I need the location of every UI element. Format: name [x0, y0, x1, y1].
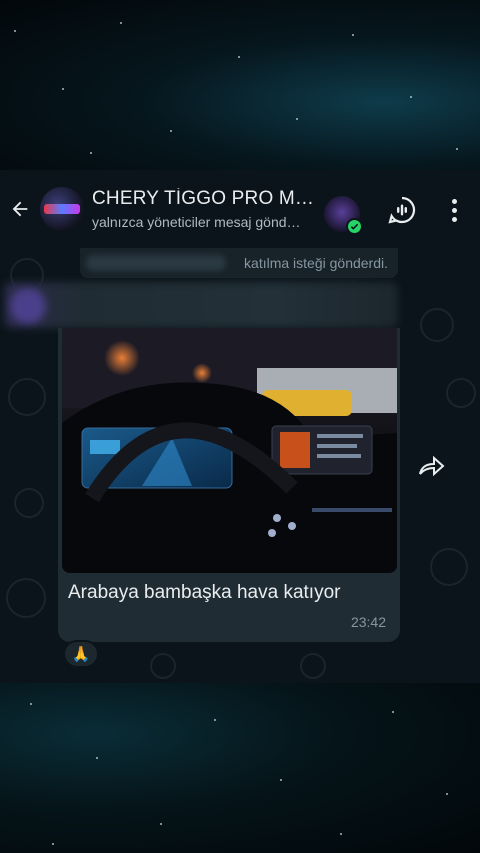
back-button[interactable]: [0, 170, 40, 248]
message-photo[interactable]: [62, 328, 397, 573]
wallpaper-doodle: [430, 548, 468, 586]
forward-button[interactable]: [416, 452, 446, 480]
check-icon: [346, 218, 363, 235]
system-message: katılma isteği gönderdi.: [80, 248, 398, 278]
wallpaper-doodle: [8, 378, 46, 416]
car-dashboard-photo: [62, 328, 397, 573]
more-options-button[interactable]: [440, 194, 468, 226]
wallpaper-doodle: [420, 308, 454, 342]
group-info[interactable]: CHERY TİGGO PRO M… yalnızca yöneticiler …: [92, 188, 314, 230]
chery-tiggo-pro-logo: [44, 204, 80, 214]
group-subtitle: yalnızca yöneticiler mesaj gönd…: [92, 214, 301, 230]
pray-emoji: 🙏: [71, 646, 91, 663]
wallpaper-doodle: [14, 488, 44, 518]
wallpaper-doodle: [300, 653, 326, 679]
blurred-sender-row: [4, 282, 398, 328]
group-avatar[interactable]: [40, 187, 84, 231]
more-vertical-icon: [451, 198, 457, 204]
group-title: CHERY TİGGO PRO M…: [92, 188, 314, 209]
voice-chat-button[interactable]: [386, 194, 418, 226]
arrow-left-icon: [12, 201, 28, 217]
wallpaper-doodle: [150, 653, 176, 679]
voice-chat-icon: [388, 196, 416, 224]
chat-area[interactable]: katılma isteği gönderdi. Arabaya bambaşk…: [0, 248, 480, 683]
system-message-text: katılma isteği gönderdi.: [244, 255, 388, 271]
member-avatar[interactable]: [324, 196, 363, 235]
wallpaper-doodle: [6, 578, 46, 618]
forward-icon: [419, 455, 445, 477]
chat-header: CHERY TİGGO PRO M… yalnızca yöneticiler …: [0, 170, 480, 248]
wallpaper-bottom: [0, 683, 480, 853]
wallpaper-doodle: [446, 378, 476, 408]
message-caption: Arabaya bambaşka hava katıyor: [68, 582, 341, 603]
blurred-avatar: [10, 288, 46, 324]
message-time: 23:42: [350, 614, 386, 630]
message-bubble[interactable]: Arabaya bambaşka hava katıyor 23:42: [58, 328, 400, 642]
message-reaction[interactable]: 🙏: [63, 640, 99, 668]
blurred-name: [86, 255, 226, 271]
wallpaper-top: [0, 0, 480, 170]
